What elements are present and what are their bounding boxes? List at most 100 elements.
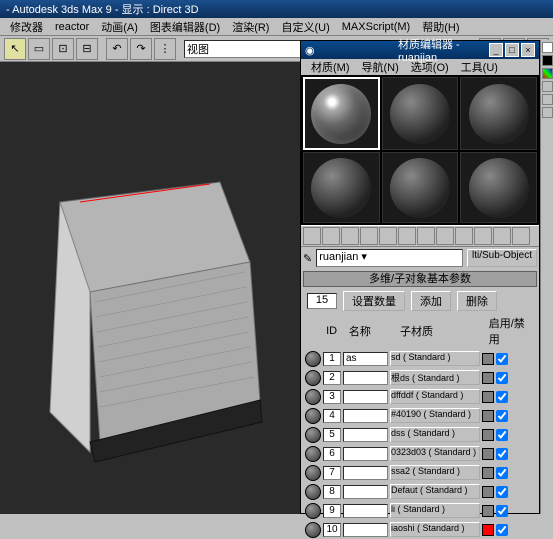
close-button[interactable]: ×	[521, 43, 535, 57]
viewport-perspective[interactable]	[0, 62, 300, 514]
mat-menu-item[interactable]: 导航(N)	[356, 59, 405, 75]
sub-id[interactable]: 5	[323, 428, 341, 442]
material-editor-titlebar[interactable]: ◉ 材质编辑器 - ruanjian _ □ ×	[301, 41, 539, 59]
sub-id[interactable]: 7	[323, 466, 341, 480]
mat-menu-item[interactable]: 选项(O)	[405, 59, 455, 75]
sub-thumb[interactable]	[305, 503, 321, 519]
sub-thumb[interactable]	[305, 484, 321, 500]
assign-button[interactable]	[341, 227, 359, 245]
sub-enable-checkbox[interactable]	[496, 448, 508, 460]
sub-id[interactable]: 4	[323, 409, 341, 423]
sub-enable-checkbox[interactable]	[496, 467, 508, 479]
sub-id[interactable]: 2	[323, 371, 341, 385]
minimize-button[interactable]: _	[489, 43, 503, 57]
menu-item[interactable]: 帮助(H)	[416, 19, 465, 35]
undo-button[interactable]: ↶	[106, 38, 128, 60]
side-btn[interactable]	[542, 107, 553, 118]
sample-slot-5[interactable]	[382, 152, 459, 223]
sub-color-swatch[interactable]	[482, 353, 494, 365]
menu-item[interactable]: 渲染(R)	[226, 19, 275, 35]
sub-name-input[interactable]	[343, 371, 388, 385]
sub-enable-checkbox[interactable]	[496, 353, 508, 365]
sub-id[interactable]: 9	[323, 504, 341, 518]
put-to-lib-button[interactable]	[417, 227, 435, 245]
sub-count-input[interactable]: 15	[307, 293, 337, 309]
sample-slot-1[interactable]	[303, 77, 380, 150]
menu-item[interactable]: 动画(A)	[95, 19, 144, 35]
sub-material-button[interactable]: dss ( Standard )	[390, 427, 480, 442]
sub-enable-checkbox[interactable]	[496, 429, 508, 441]
put-to-scene-button[interactable]	[322, 227, 340, 245]
redo-button[interactable]: ↷	[130, 38, 152, 60]
sub-thumb[interactable]	[305, 427, 321, 443]
sub-name-input[interactable]	[343, 504, 388, 518]
sub-enable-checkbox[interactable]	[496, 524, 508, 536]
sub-material-button[interactable]: sd ( Standard )	[390, 351, 480, 366]
sample-slot-4[interactable]	[303, 152, 380, 223]
sub-enable-checkbox[interactable]	[496, 505, 508, 517]
sub-material-button[interactable]: 根ds ( Standard )	[390, 370, 480, 385]
menu-item[interactable]: 图表编辑器(D)	[144, 19, 226, 35]
sub-enable-checkbox[interactable]	[496, 486, 508, 498]
sub-name-input[interactable]	[343, 523, 388, 537]
side-btn[interactable]	[542, 94, 553, 105]
select-tool[interactable]: ↖	[4, 38, 26, 60]
side-btn[interactable]	[542, 55, 553, 66]
sub-thumb[interactable]	[305, 408, 321, 424]
sample-slot-2[interactable]	[382, 77, 459, 150]
material-type-button[interactable]: lti/Sub-Object	[467, 249, 537, 267]
marquee-tool[interactable]: ▭	[28, 38, 50, 60]
sub-material-button[interactable]: ssa2 ( Standard )	[390, 465, 480, 480]
sub-color-swatch[interactable]	[482, 410, 494, 422]
sub-enable-checkbox[interactable]	[496, 391, 508, 403]
crossing-tool[interactable]: ⊟	[76, 38, 98, 60]
side-btn[interactable]	[542, 68, 553, 79]
rollout-header[interactable]: 多维/子对象基本参数	[303, 271, 537, 287]
sub-id[interactable]: 1	[323, 352, 341, 366]
show-map-button[interactable]	[455, 227, 473, 245]
sub-thumb[interactable]	[305, 370, 321, 386]
sub-color-swatch[interactable]	[482, 429, 494, 441]
add-button[interactable]: 添加	[411, 291, 451, 311]
sub-name-input[interactable]	[343, 428, 388, 442]
sub-enable-checkbox[interactable]	[496, 410, 508, 422]
material-name-input[interactable]: ruanjian ▾	[316, 249, 463, 267]
sub-material-button[interactable]: dffddf ( Standard )	[390, 389, 480, 404]
sub-id[interactable]: 8	[323, 485, 341, 499]
show-result-button[interactable]	[474, 227, 492, 245]
menu-item[interactable]: reactor	[49, 21, 95, 33]
mat-menu-item[interactable]: 材质(M)	[305, 59, 356, 75]
maximize-button[interactable]: □	[505, 43, 519, 57]
sub-enable-checkbox[interactable]	[496, 372, 508, 384]
sub-thumb[interactable]	[305, 389, 321, 405]
sub-thumb[interactable]	[305, 522, 321, 538]
sub-material-button[interactable]: #40190 ( Standard )	[390, 408, 480, 423]
sub-name-input[interactable]	[343, 447, 388, 461]
sub-color-swatch[interactable]	[482, 391, 494, 403]
sub-name-input[interactable]	[343, 352, 388, 366]
sub-color-swatch[interactable]	[482, 448, 494, 460]
sub-id[interactable]: 3	[323, 390, 341, 404]
side-btn[interactable]	[542, 42, 553, 53]
sub-id[interactable]: 6	[323, 447, 341, 461]
sub-color-swatch[interactable]	[482, 467, 494, 479]
select-link[interactable]: ⋮	[154, 38, 176, 60]
sub-material-button[interactable]: iaoshi ( Standard )	[390, 522, 480, 537]
reset-button[interactable]	[360, 227, 378, 245]
sub-id[interactable]: 10	[323, 523, 341, 537]
sub-material-button[interactable]: 0323d03 ( Standard )	[390, 446, 480, 461]
delete-button[interactable]: 删除	[457, 291, 497, 311]
sub-name-input[interactable]	[343, 485, 388, 499]
side-btn[interactable]	[542, 81, 553, 92]
sub-color-swatch[interactable]	[482, 486, 494, 498]
sub-thumb[interactable]	[305, 446, 321, 462]
make-copy-button[interactable]	[379, 227, 397, 245]
pick-icon[interactable]: ✎	[303, 252, 312, 265]
window-tool[interactable]: ⊡	[52, 38, 74, 60]
sub-material-button[interactable]: Defaut ( Standard )	[390, 484, 480, 499]
menu-item[interactable]: 自定义(U)	[275, 19, 335, 35]
menu-item[interactable]: MAXScript(M)	[336, 21, 416, 33]
sub-thumb[interactable]	[305, 465, 321, 481]
menu-item[interactable]: 修改器	[4, 19, 49, 35]
sub-name-input[interactable]	[343, 466, 388, 480]
